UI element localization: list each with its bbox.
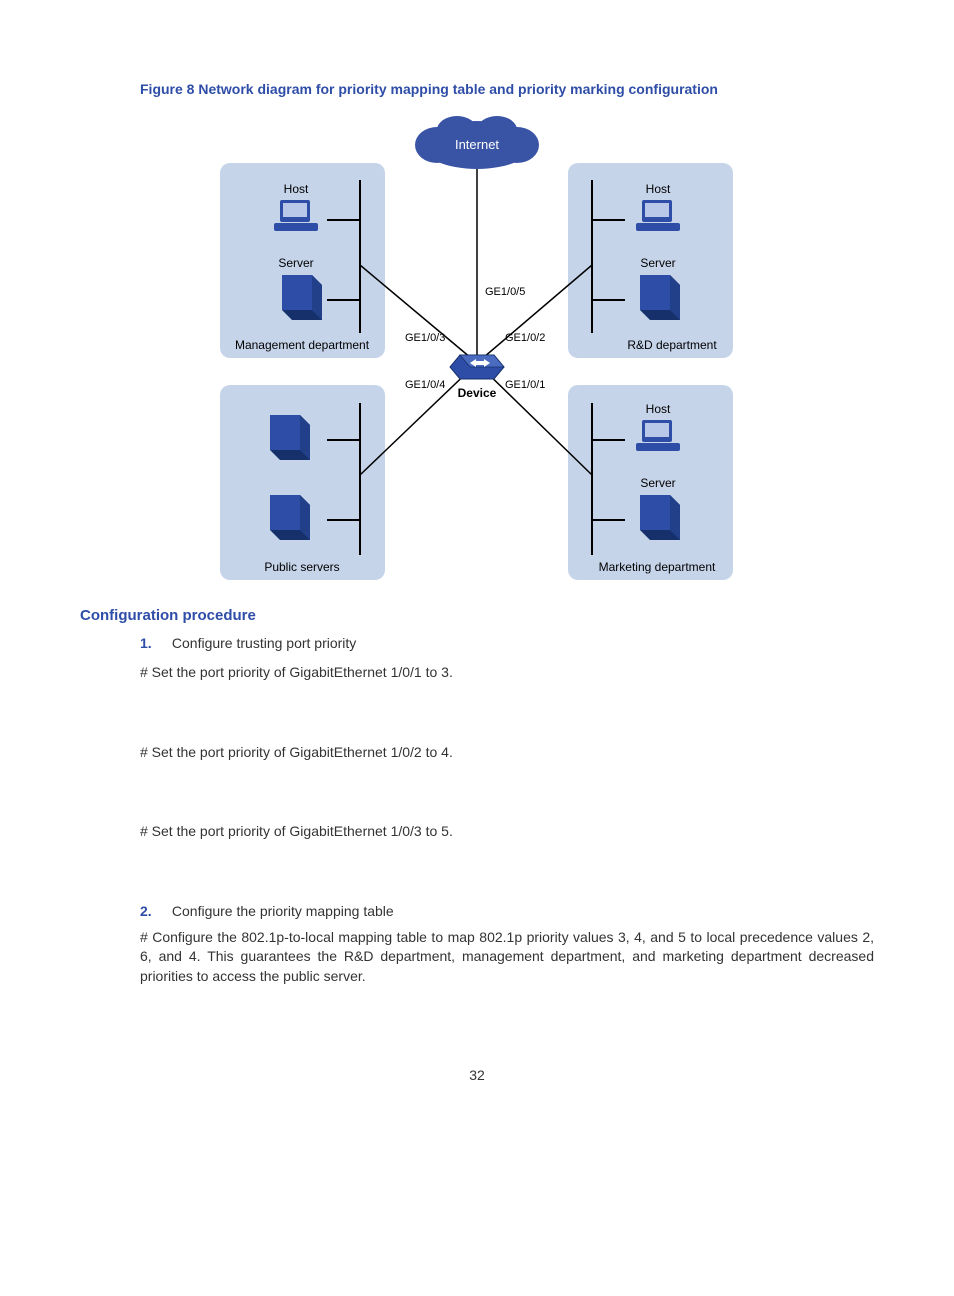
server-icon: [270, 415, 310, 460]
server-label: Server: [640, 476, 675, 490]
step-text: Configure trusting port priority: [172, 635, 356, 651]
rnd-dept-label: R&D department: [627, 338, 717, 352]
figure-caption: Figure 8 Network diagram for priority ma…: [140, 80, 874, 100]
config-note: # Set the port priority of GigabitEthern…: [140, 663, 874, 683]
marketing-dept-label: Marketing department: [599, 560, 716, 574]
page-number: 32: [80, 1066, 874, 1086]
config-note: # Set the port priority of GigabitEthern…: [140, 743, 874, 763]
host-label: Host: [284, 182, 309, 196]
server-icon: [640, 495, 680, 540]
host-label: Host: [646, 182, 671, 196]
port-ge105: GE1/0/5: [485, 286, 525, 298]
server-icon: [270, 495, 310, 540]
step-number: 2.: [140, 902, 168, 922]
port-ge104: GE1/0/4: [405, 379, 445, 391]
network-diagram: Internet Device GE1/0/5 GE1/0/3 GE1/0/2 …: [212, 115, 742, 585]
server-label: Server: [278, 256, 313, 270]
port-ge101: GE1/0/1: [505, 379, 545, 391]
internet-cloud: Internet: [415, 116, 539, 169]
step-number: 1.: [140, 634, 168, 654]
internet-label: Internet: [455, 137, 499, 152]
config-note: # Set the port priority of GigabitEthern…: [140, 822, 874, 842]
device-label: Device: [458, 386, 497, 400]
port-ge103: GE1/0/3: [405, 332, 445, 344]
device-switch-icon: [450, 355, 504, 379]
server-label: Server: [640, 256, 675, 270]
mgmt-dept-label: Management department: [235, 338, 370, 352]
procedure-body: 1. Configure trusting port priority # Se…: [140, 634, 874, 987]
server-icon: [640, 275, 680, 320]
section-heading: Configuration procedure: [80, 605, 874, 626]
port-ge102: GE1/0/2: [505, 332, 545, 344]
config-paragraph: # Configure the 802.1p-to-local mapping …: [140, 928, 874, 987]
public-servers-label: Public servers: [264, 560, 339, 574]
step-text: Configure the priority mapping table: [172, 903, 394, 919]
server-icon: [282, 275, 322, 320]
host-label: Host: [646, 402, 671, 416]
